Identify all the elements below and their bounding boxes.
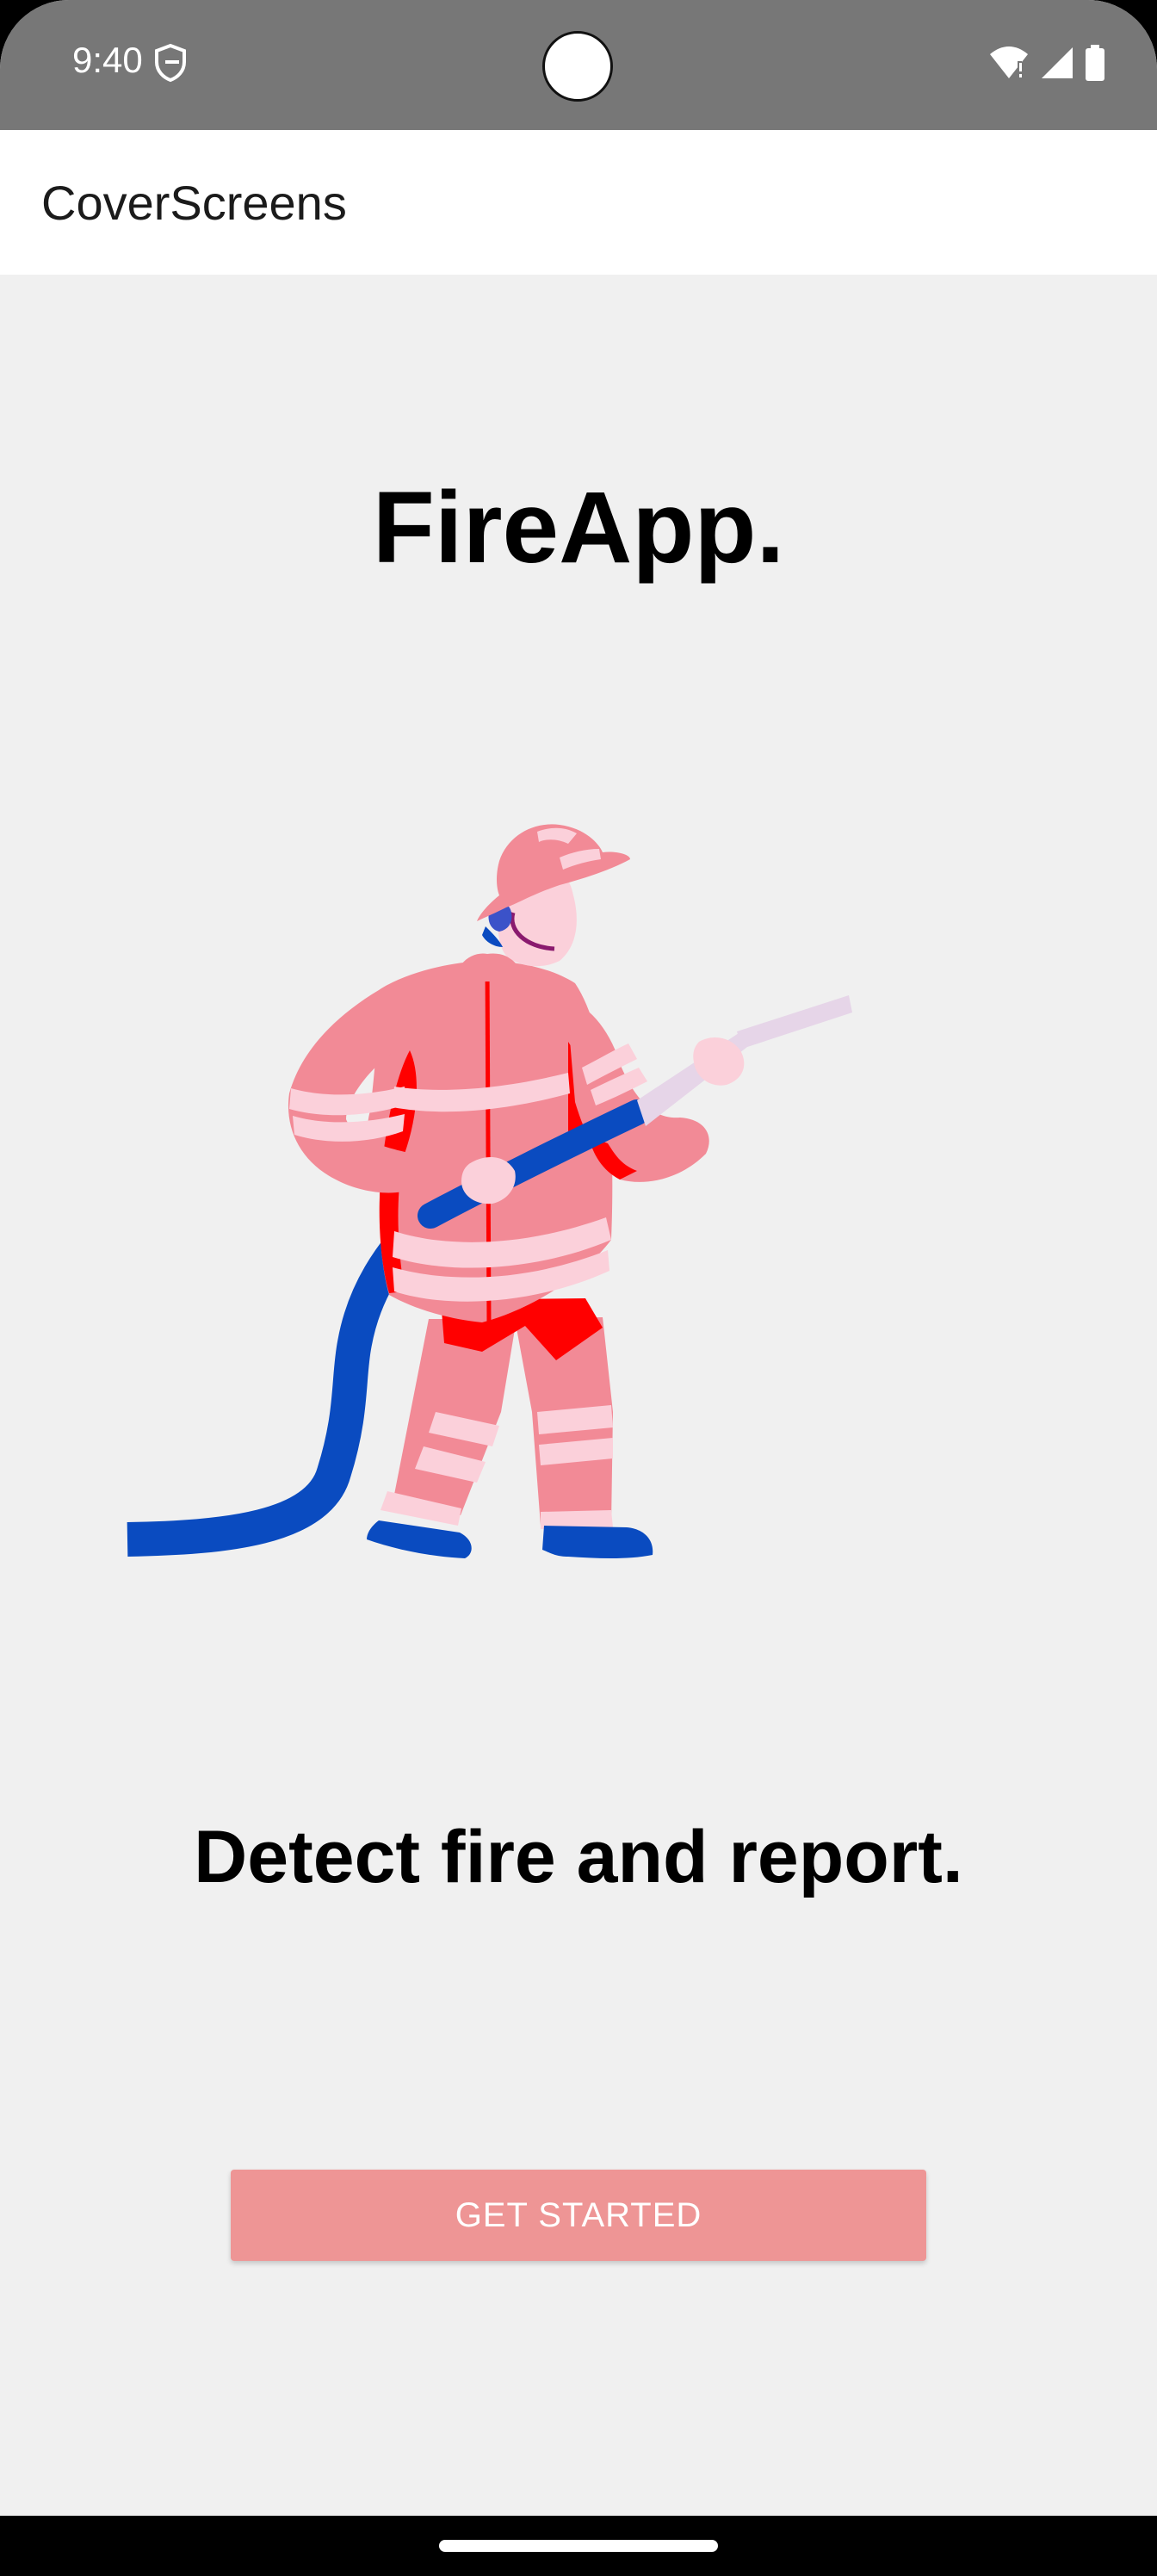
home-gesture-handle[interactable] [439,2540,718,2552]
battery-icon [1086,45,1104,81]
app-title: CoverScreens [41,176,347,230]
front-camera [542,31,613,102]
get-started-button[interactable]: GET STARTED [231,2170,926,2261]
status-bar: 9:40 [0,0,1157,130]
status-icons [988,43,1105,83]
signal-icon [1042,47,1073,78]
status-time: 9:40 [72,40,143,80]
phone-screen: 9:40 CoverScreens FireApp. Detect fire a… [0,0,1157,2576]
app-bar: CoverScreens [0,130,1157,275]
firefighter-illustration [127,824,852,1558]
app-headline: FireApp. [372,471,785,585]
tagline: Detect fire and report. [194,1816,963,1898]
shield-icon [155,43,186,83]
wifi-icon [990,46,1028,78]
